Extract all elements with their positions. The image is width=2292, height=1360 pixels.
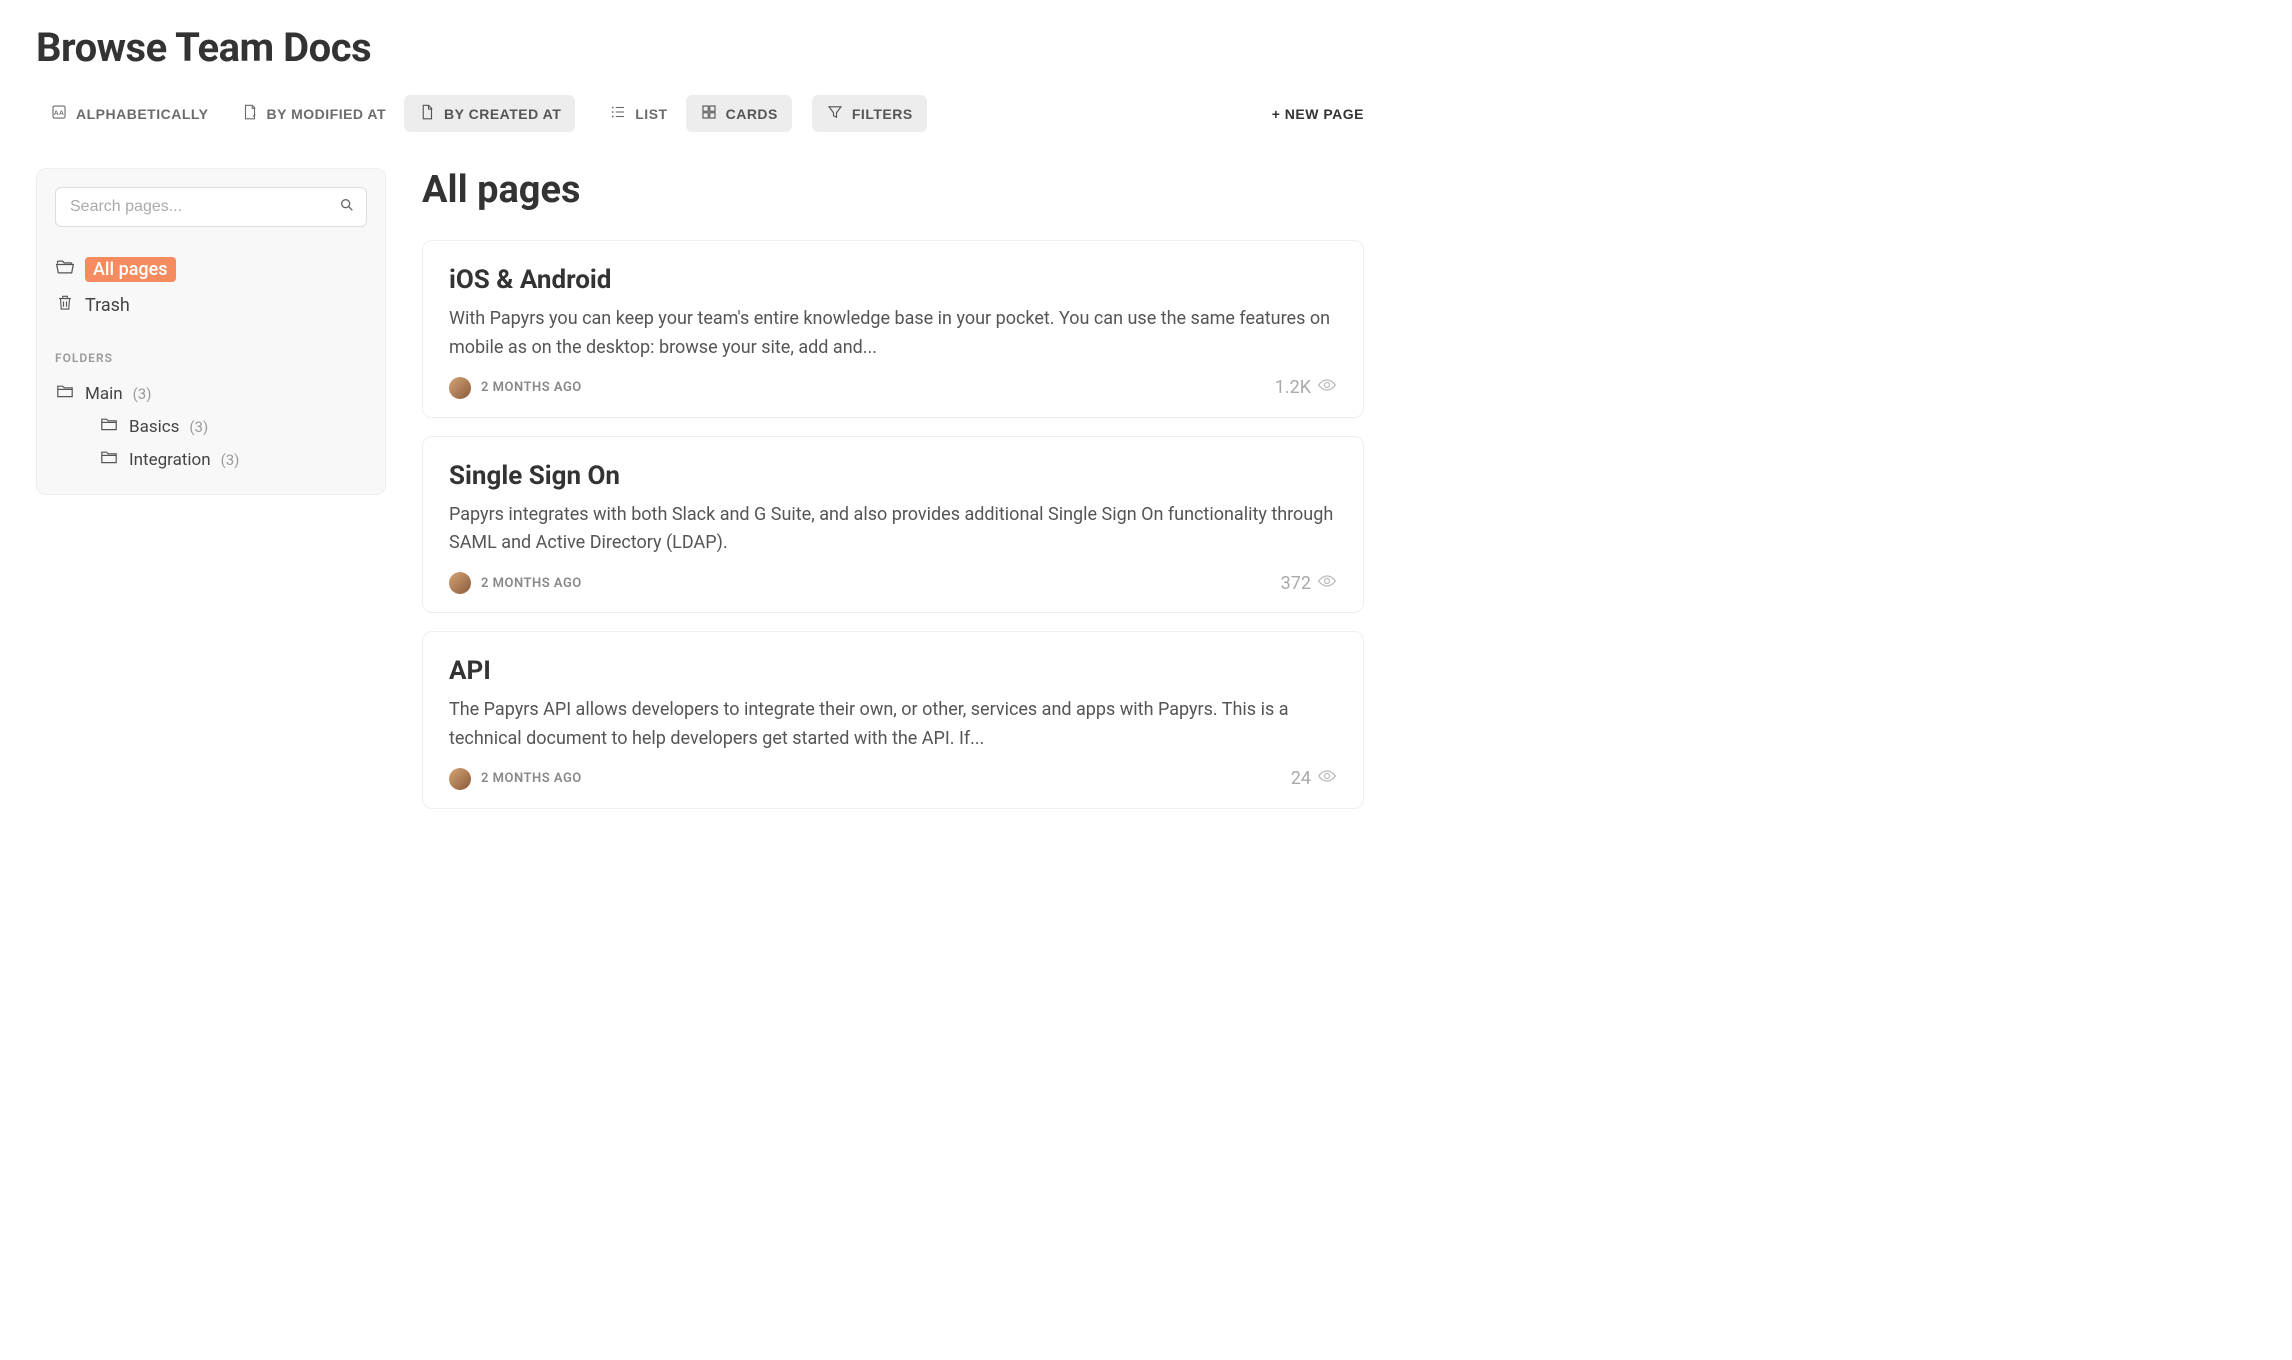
card-footer: 2 months ago 24 (449, 768, 1337, 790)
card-footer: 2 months ago 372 (449, 572, 1337, 594)
alpha-icon: Aa (50, 103, 68, 124)
folder-main[interactable]: Main (3) (55, 377, 367, 410)
avatar (449, 768, 471, 790)
filter-icon (826, 103, 844, 124)
trash-icon (55, 294, 75, 317)
sidebar: All pages Trash Folders Main (3) (36, 168, 386, 495)
main-heading: All pages (422, 168, 1364, 212)
card-excerpt: With Papyrs you can keep your team's ent… (449, 305, 1337, 363)
sort-alpha-label: Alphabetically (76, 106, 209, 122)
folder-integration-label: Integration (129, 450, 211, 470)
folder-basics[interactable]: Basics (3) (55, 410, 367, 443)
cards-icon (700, 103, 718, 124)
eye-icon (1317, 573, 1337, 594)
filters-button[interactable]: Filters (812, 95, 927, 132)
sort-modified-label: By Modified At (267, 106, 387, 122)
card-title: iOS & Android (449, 265, 1337, 295)
card-date: 2 months ago (481, 771, 582, 786)
view-cards-button[interactable]: Cards (686, 95, 792, 132)
search-icon (339, 197, 355, 217)
page-title: Browse Team Docs (36, 24, 1364, 71)
folder-basics-label: Basics (129, 417, 179, 437)
eye-icon (1317, 377, 1337, 398)
view-list-button[interactable]: List (595, 95, 681, 132)
new-page-button[interactable]: + New Page (1272, 106, 1364, 122)
svg-text:Aa: Aa (54, 110, 65, 117)
folder-main-label: Main (85, 384, 123, 404)
main-content: All pages iOS & Android With Papyrs you … (422, 168, 1364, 827)
folder-icon (55, 383, 75, 404)
folder-main-count: (3) (133, 385, 152, 403)
sort-created-button[interactable]: By Created At (404, 95, 575, 132)
sidebar-trash-label: Trash (85, 295, 130, 316)
card-excerpt: The Papyrs API allows developers to inte… (449, 696, 1337, 754)
sort-alphabetically-button[interactable]: Aa Alphabetically (36, 95, 223, 132)
card-views: 24 (1291, 768, 1337, 789)
eye-icon (1317, 768, 1337, 789)
card-excerpt: Papyrs integrates with both Slack and G … (449, 501, 1337, 559)
card-date: 2 months ago (481, 576, 582, 591)
folder-icon (99, 416, 119, 437)
view-list-label: List (635, 106, 667, 122)
created-icon (418, 103, 436, 124)
avatar (449, 572, 471, 594)
page-card[interactable]: iOS & Android With Papyrs you can keep y… (422, 240, 1364, 418)
sort-group: Aa Alphabetically By Modified At By Crea… (36, 95, 575, 132)
views-count: 24 (1291, 768, 1311, 789)
card-title: Single Sign On (449, 461, 1337, 491)
card-title: API (449, 656, 1337, 686)
avatar (449, 377, 471, 399)
filters-label: Filters (852, 106, 913, 122)
card-date: 2 months ago (481, 380, 582, 395)
page-card[interactable]: API The Papyrs API allows developers to … (422, 631, 1364, 809)
sort-created-label: By Created At (444, 106, 561, 122)
views-count: 1.2K (1275, 377, 1311, 398)
folder-icon (99, 449, 119, 470)
folder-open-icon (55, 258, 75, 281)
sort-modified-button[interactable]: By Modified At (227, 95, 401, 132)
folder-basics-count: (3) (189, 418, 208, 436)
card-views: 372 (1281, 573, 1337, 594)
card-views: 1.2K (1275, 377, 1337, 398)
sidebar-item-all-pages[interactable]: All pages (55, 251, 367, 288)
view-cards-label: Cards (726, 106, 778, 122)
sidebar-item-trash[interactable]: Trash (55, 288, 367, 323)
toolbar: Aa Alphabetically By Modified At By Crea… (36, 95, 1364, 132)
modified-icon (241, 103, 259, 124)
sidebar-all-pages-label: All pages (85, 257, 176, 282)
folders-heading: Folders (55, 351, 367, 365)
list-icon (609, 103, 627, 124)
card-footer: 2 months ago 1.2K (449, 377, 1337, 399)
folder-integration[interactable]: Integration (3) (55, 443, 367, 476)
page-card[interactable]: Single Sign On Papyrs integrates with bo… (422, 436, 1364, 614)
folder-integration-count: (3) (221, 451, 240, 469)
views-count: 372 (1281, 573, 1311, 594)
view-group: List Cards (595, 95, 792, 132)
search-input[interactable] (55, 187, 367, 227)
